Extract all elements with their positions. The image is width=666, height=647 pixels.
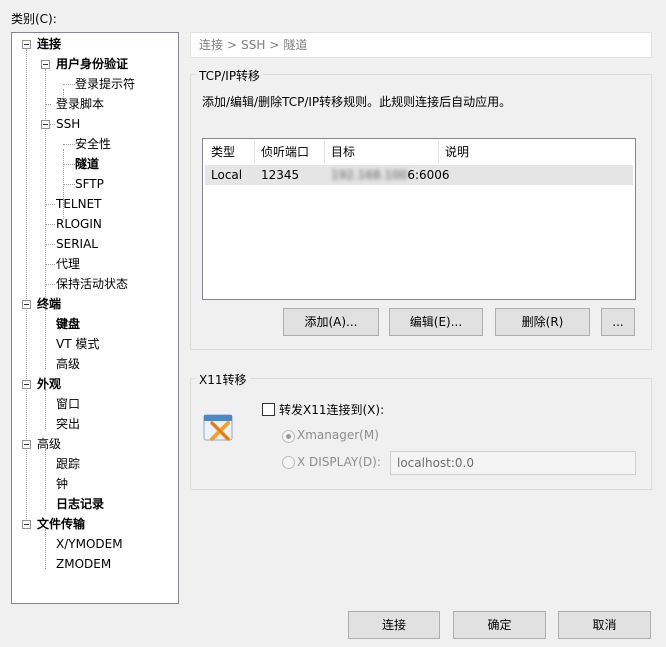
add-button[interactable]: 添加(A)...: [283, 308, 379, 336]
delete-button[interactable]: 删除(R): [495, 308, 590, 336]
breadcrumb-separator: >: [269, 38, 280, 52]
collapse-icon[interactable]: [22, 380, 31, 389]
collapse-icon[interactable]: [41, 60, 50, 69]
tree-item-login-scripts[interactable]: 登录脚本: [56, 94, 104, 114]
collapse-icon[interactable]: [22, 440, 31, 449]
tree-item-keep-alive[interactable]: 保持活动状态: [56, 274, 128, 294]
tree-item-rlogin[interactable]: RLOGIN: [56, 214, 102, 234]
edit-button[interactable]: 编辑(E)...: [389, 308, 483, 336]
column-header-destination[interactable]: 目标: [325, 141, 439, 163]
tree-item-trace[interactable]: 跟踪: [56, 454, 80, 474]
breadcrumb: 连接 > SSH > 隧道: [190, 32, 652, 58]
xmanager-icon: [202, 410, 236, 444]
tree-item-highlight[interactable]: 突出: [56, 414, 80, 434]
tree-item-terminal[interactable]: 终端: [37, 294, 61, 314]
column-header-description[interactable]: 说明: [439, 141, 633, 163]
breadcrumb-separator: >: [227, 38, 238, 52]
tree-item-connection[interactable]: 连接: [37, 34, 61, 54]
tree-item-serial[interactable]: SERIAL: [56, 234, 98, 254]
forwarding-rules-list[interactable]: 类型 侦听端口 目标 说明 Local 12345 192.168.1006:6…: [202, 138, 636, 300]
breadcrumb-item: SSH: [241, 38, 266, 52]
tcpip-description: 添加/编辑/删除TCP/IP转移规则。此规则连接后自动应用。: [202, 95, 512, 109]
connect-button[interactable]: 连接: [348, 611, 440, 639]
x-display-radio-label[interactable]: X DISPLAY(D):: [297, 455, 381, 469]
table-row[interactable]: Local 12345 192.168.1006:6006: [205, 165, 633, 185]
tree-item-window[interactable]: 窗口: [56, 394, 80, 414]
tree-item-terminal-advanced[interactable]: 高级: [56, 354, 80, 374]
category-tree[interactable]: 连接 用户身份验证 登录提示符 登录脚本 SSH 安全性 隧道 SFTP TEL…: [11, 32, 179, 604]
collapse-icon[interactable]: [22, 520, 31, 529]
tree-item-file-transfer[interactable]: 文件传输: [37, 514, 85, 534]
x-display-radio[interactable]: [282, 456, 295, 469]
breadcrumb-item: 连接: [199, 38, 224, 52]
ok-button[interactable]: 确定: [453, 611, 546, 639]
forward-x11-label[interactable]: 转发X11连接到(X):: [279, 401, 384, 418]
collapse-icon[interactable]: [22, 300, 31, 309]
tcpip-group-title: TCP/IP转移: [196, 67, 264, 84]
cancel-button[interactable]: 取消: [558, 611, 651, 639]
tree-item-telnet[interactable]: TELNET: [56, 194, 102, 214]
column-header-type[interactable]: 类型: [205, 141, 255, 163]
category-label: 类别(C):: [11, 12, 57, 26]
tree-item-vt-mode[interactable]: VT 模式: [56, 334, 99, 354]
more-button[interactable]: ...: [601, 308, 635, 336]
tree-item-authentication[interactable]: 用户身份验证: [56, 54, 128, 74]
cell-description: [439, 165, 633, 185]
collapse-icon[interactable]: [41, 120, 50, 129]
tree-item-sftp[interactable]: SFTP: [75, 174, 104, 194]
tree-item-logging[interactable]: 日志记录: [56, 494, 104, 514]
xmanager-radio-label[interactable]: Xmanager(M): [297, 428, 379, 442]
collapse-icon[interactable]: [22, 40, 31, 49]
forward-x11-checkbox[interactable]: [262, 403, 275, 416]
column-header-listen-port[interactable]: 侦听端口: [255, 141, 325, 163]
tree-item-advanced[interactable]: 高级: [37, 434, 61, 454]
redacted-text: 192.168.100: [331, 168, 408, 182]
tree-item-bell[interactable]: 钟: [56, 474, 68, 494]
breadcrumb-item: 隧道: [283, 38, 308, 52]
cell-listen-port: 12345: [261, 168, 300, 182]
tree-item-tunneling[interactable]: 隧道: [75, 154, 99, 174]
xmanager-radio[interactable]: [282, 430, 295, 443]
cell-destination: 192.168.1006:6006: [325, 165, 450, 185]
tree-item-login-prompts[interactable]: 登录提示符: [75, 74, 135, 94]
tree-item-security[interactable]: 安全性: [75, 134, 111, 154]
tree-item-xymodem[interactable]: X/YMODEM: [56, 534, 123, 554]
tree-item-zmodem[interactable]: ZMODEM: [56, 554, 111, 574]
tree-item-ssh[interactable]: SSH: [56, 114, 80, 134]
tree-item-keyboard[interactable]: 键盘: [56, 314, 80, 334]
tree-item-appearance[interactable]: 外观: [37, 374, 61, 394]
tree-item-proxy[interactable]: 代理: [56, 254, 80, 274]
x11-group-title: X11转移: [196, 371, 250, 388]
x-display-input[interactable]: localhost:0.0: [390, 451, 636, 475]
cell-type: Local: [211, 168, 243, 182]
